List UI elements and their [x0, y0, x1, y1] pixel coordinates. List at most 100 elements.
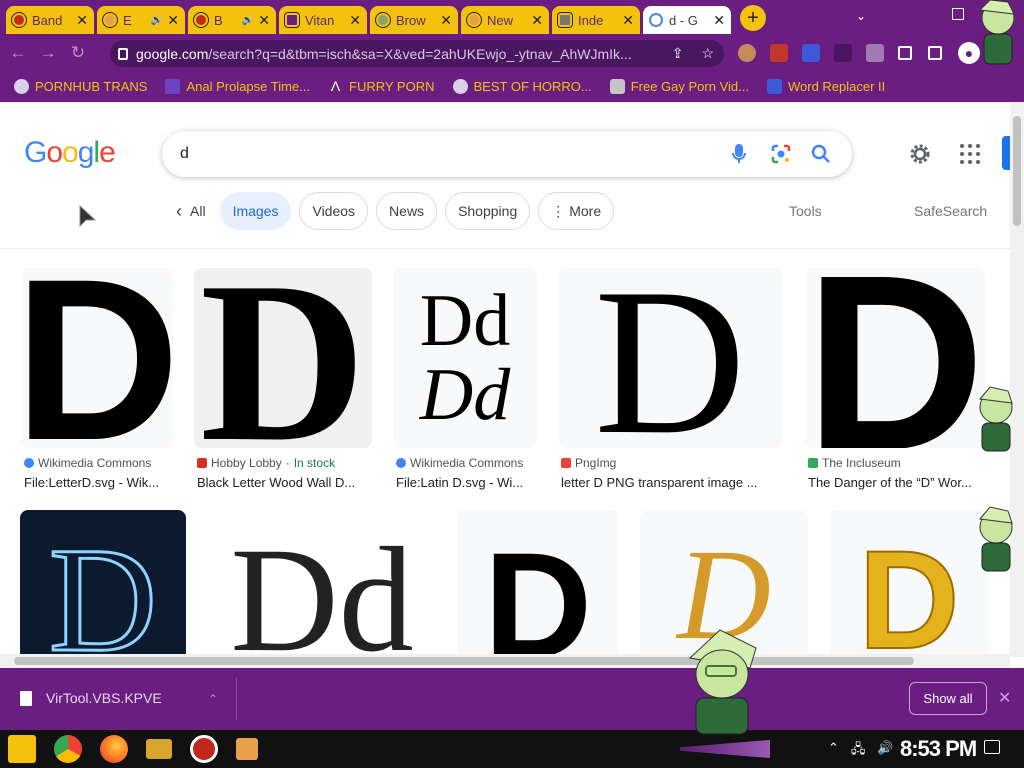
scrollbar-thumb[interactable]: [14, 657, 914, 665]
safesearch-button[interactable]: SafeSearch: [914, 203, 987, 219]
media-icon[interactable]: [898, 46, 912, 60]
google-logo[interactable]: Google: [24, 136, 116, 170]
search-input[interactable]: [180, 145, 700, 163]
network-icon[interactable]: 🖧: [851, 740, 866, 762]
share-icon[interactable]: ⇪: [672, 45, 684, 62]
tab-close-icon[interactable]: ✕: [167, 12, 179, 29]
result-thumbnail[interactable]: D: [558, 268, 782, 448]
notifications-icon[interactable]: [984, 740, 1000, 754]
horizontal-scrollbar[interactable]: [0, 654, 1010, 668]
result-thumbnail[interactable]: D: [457, 510, 619, 657]
bookmark-3[interactable]: Λ FURRY PORN: [328, 78, 435, 94]
result-source[interactable]: Wikimedia Commons: [396, 456, 523, 470]
source-label: Hobby Lobby: [211, 456, 282, 470]
url-text[interactable]: google.com/search?q=d&tbm=isch&sa=X&ved=…: [136, 46, 664, 62]
result-source[interactable]: Wikimedia Commons: [24, 456, 151, 470]
file-explorer-icon[interactable]: [146, 739, 172, 759]
source-label: PngImg: [575, 456, 617, 470]
sidebar-icon[interactable]: [928, 46, 942, 60]
tab-close-icon[interactable]: ✕: [258, 12, 270, 29]
search-icon[interactable]: [810, 143, 832, 165]
result-thumbnail[interactable]: D: [194, 268, 372, 448]
bookmark-4[interactable]: BEST OF HORRO...: [452, 78, 592, 94]
bookmark-star-icon[interactable]: ☆: [701, 45, 714, 62]
new-tab-button[interactable]: +: [740, 5, 766, 31]
tab-2[interactable]: E 🔊 ✕: [97, 6, 185, 34]
tab-close-icon[interactable]: ✕: [349, 12, 361, 29]
chrome-icon[interactable]: [54, 735, 82, 763]
bookmark-label: PORNHUB TRANS: [35, 78, 148, 94]
tab-close-icon[interactable]: ✕: [440, 12, 452, 29]
images-chip[interactable]: Images: [219, 192, 292, 230]
result-thumbnail[interactable]: Dd Dd: [393, 268, 537, 448]
tab-close-icon[interactable]: ✕: [76, 12, 88, 29]
news-chip[interactable]: News: [376, 192, 438, 230]
tab-audio-icon[interactable]: 🔊: [151, 15, 163, 26]
download-item[interactable]: VirTool.VBS.KPVE: [20, 690, 162, 706]
shopping-chip[interactable]: Shopping: [445, 192, 531, 230]
result-caption[interactable]: letter D PNG transparent image ...: [561, 475, 777, 490]
tab-search-chevron-icon[interactable]: ⌄: [856, 9, 866, 23]
result-thumbnail[interactable]: D: [21, 268, 173, 448]
extension-icon[interactable]: [834, 44, 852, 62]
more-chip[interactable]: ⋮ More: [538, 192, 615, 230]
media-player-icon[interactable]: [236, 738, 258, 760]
lock-icon: [118, 47, 128, 60]
microphone-icon[interactable]: [728, 143, 750, 165]
tab-4[interactable]: Vitan ✕: [279, 6, 367, 34]
tab-title: B: [214, 12, 223, 28]
result-source[interactable]: The Incluseum: [808, 456, 901, 470]
bookmark-2[interactable]: Anal Prolapse Time...: [165, 78, 310, 94]
result-caption[interactable]: Black Letter Wood Wall D...: [197, 475, 369, 490]
search-box[interactable]: [162, 131, 852, 177]
tab-1[interactable]: Band ✕: [6, 6, 94, 34]
result-source[interactable]: PngImg: [561, 456, 616, 470]
result-source[interactable]: Hobby Lobby · In stock: [197, 456, 335, 470]
volume-icon[interactable]: 🔊: [877, 740, 893, 762]
tab-close-icon[interactable]: ✕: [622, 12, 634, 29]
bookmark-1[interactable]: PORNHUB TRANS: [14, 78, 148, 94]
scrollbar-thumb[interactable]: [1013, 116, 1021, 226]
settings-gear-icon[interactable]: [908, 142, 932, 166]
letter-dd-upright-image: Dd: [419, 280, 511, 362]
puzzle-extensions-icon[interactable]: [866, 44, 884, 62]
tab-close-icon[interactable]: ✕: [713, 12, 725, 29]
tab-audio-icon[interactable]: 🔊: [242, 15, 254, 26]
tab-close-icon[interactable]: ✕: [531, 12, 543, 29]
word-replacer-extension-icon[interactable]: [802, 44, 820, 62]
ublock-icon[interactable]: [770, 44, 788, 62]
taskbar-clock[interactable]: 8:53 PM: [900, 736, 977, 762]
tools-button[interactable]: Tools: [789, 203, 822, 219]
close-icon[interactable]: ✕: [998, 688, 1011, 708]
forward-arrow-icon[interactable]: →: [36, 41, 60, 65]
bookmark-5[interactable]: Free Gay Porn Vid...: [609, 78, 749, 94]
chevron-up-icon[interactable]: ⌃: [208, 692, 218, 706]
tab-6[interactable]: New ✕: [461, 6, 549, 34]
google-lens-icon[interactable]: [770, 143, 792, 165]
firefox-icon[interactable]: [100, 735, 128, 763]
google-apps-grid-icon[interactable]: [960, 144, 980, 164]
tab-5[interactable]: Brow ✕: [370, 6, 458, 34]
start-button[interactable]: [8, 735, 36, 763]
incluseum-icon: [808, 458, 818, 468]
stock-label: In stock: [293, 456, 336, 470]
tab-8-active[interactable]: d - G ✕: [643, 6, 731, 34]
extension-avatar-icon[interactable]: [738, 44, 756, 62]
result-thumbnail[interactable]: D: [20, 510, 186, 657]
result-caption[interactable]: The Danger of the “D” Wor...: [808, 475, 988, 490]
reload-icon[interactable]: ↻: [66, 41, 90, 65]
divider: [0, 248, 1010, 249]
recorder-icon[interactable]: [190, 735, 218, 763]
back-arrow-icon[interactable]: ←: [6, 41, 30, 65]
videos-chip[interactable]: Videos: [299, 192, 369, 230]
result-caption[interactable]: File:LetterD.svg - Wik...: [24, 475, 174, 490]
result-thumbnail[interactable]: Dd: [207, 510, 437, 657]
tab-7[interactable]: Inde ✕: [552, 6, 640, 34]
chevron-up-icon[interactable]: ⌃: [828, 740, 839, 762]
tab-3[interactable]: B 🔊 ✕: [188, 6, 276, 34]
bookmark-6[interactable]: Word Replacer II: [766, 78, 885, 94]
all-chip[interactable]: ‹ All: [170, 192, 212, 230]
address-bar[interactable]: google.com/search?q=d&tbm=isch&sa=X&ved=…: [110, 40, 724, 67]
result-caption[interactable]: File:Latin D.svg - Wi...: [396, 475, 536, 490]
show-all-button[interactable]: Show all: [909, 682, 987, 715]
